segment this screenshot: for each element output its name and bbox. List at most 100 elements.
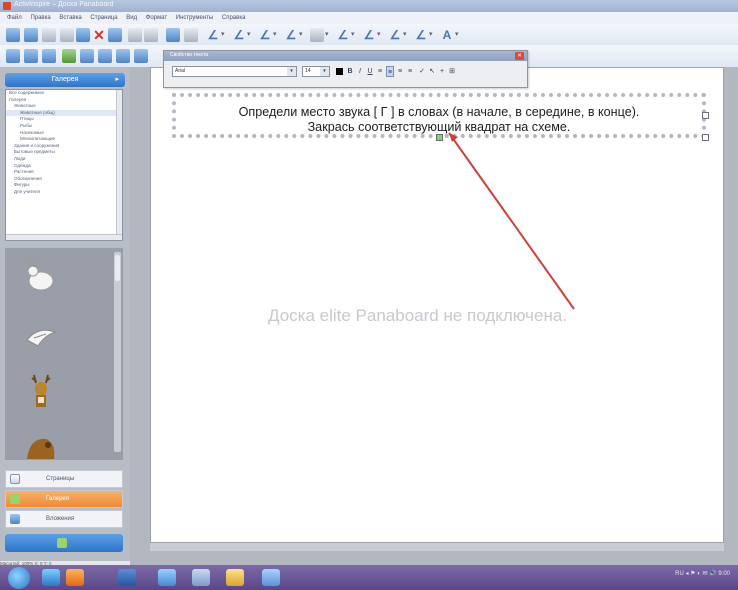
highlighter-tool-icon[interactable]: ∠ [232, 28, 246, 42]
tree-horizontal-scrollbar[interactable] [6, 234, 122, 240]
chevron-right-icon[interactable]: ▸ [115, 73, 119, 87]
shape-icon[interactable] [184, 28, 198, 42]
paint-icon[interactable] [262, 569, 280, 586]
tree-node[interactable]: Насекомые [6, 130, 122, 137]
chevron-down-icon[interactable]: ▾ [351, 28, 357, 42]
resize-handle[interactable] [702, 112, 709, 119]
menu-format[interactable]: Формат [146, 12, 167, 24]
table-button[interactable]: ⊞ [448, 66, 456, 77]
rabbit-thumbnail[interactable] [21, 256, 61, 296]
chevron-down-icon[interactable]: ▾ [320, 67, 329, 76]
chevron-down-icon[interactable]: ▾ [287, 67, 296, 76]
pen-tool-icon[interactable]: ∠ [206, 28, 220, 42]
canvas-horizontal-scrollbar[interactable] [150, 543, 724, 551]
chevron-down-icon[interactable]: ▾ [429, 28, 435, 42]
media-player-icon[interactable] [66, 569, 84, 586]
tree-node[interactable]: Млекопитающие [6, 136, 122, 143]
align-center-button[interactable]: ≡ [386, 66, 394, 77]
tree-node[interactable]: Животные (общ) [6, 109, 122, 117]
nav-pages[interactable]: Страницы [5, 470, 123, 488]
menu-page[interactable]: Страница [90, 12, 117, 24]
delete-icon[interactable]: ✕ [92, 28, 106, 42]
page-sorter-icon[interactable] [42, 49, 56, 63]
align-right-button[interactable]: ≡ [396, 66, 404, 77]
cut-icon[interactable] [60, 28, 74, 42]
pointer-button[interactable]: ↖ [428, 66, 436, 77]
chevron-down-icon[interactable]: ▾ [455, 28, 461, 42]
page-prev-icon[interactable] [6, 49, 20, 63]
folder-icon[interactable] [226, 569, 244, 586]
menu-view[interactable]: Вид [126, 12, 137, 24]
chevron-down-icon[interactable]: ▾ [325, 28, 331, 42]
save-icon[interactable] [42, 28, 56, 42]
resize-handle[interactable] [702, 134, 709, 141]
marker-tool-icon[interactable]: ∠ [258, 28, 272, 42]
select-icon[interactable] [166, 28, 180, 42]
tree-node[interactable]: Птицы [6, 116, 122, 123]
fill-tool-icon[interactable]: ∠ [362, 28, 376, 42]
tree-node[interactable]: Галерея [6, 97, 122, 104]
align-left-button[interactable]: ≡ [376, 66, 384, 77]
tree-node[interactable]: Обозначения [6, 176, 122, 183]
tree-vertical-scrollbar[interactable] [116, 90, 122, 240]
eraser-tool-icon[interactable] [310, 28, 324, 42]
chevron-down-icon[interactable]: ▾ [247, 28, 253, 42]
tree-node[interactable]: Бытовые предметы [6, 149, 122, 156]
tree-node[interactable]: Растения [6, 169, 122, 176]
camera-icon[interactable] [98, 49, 112, 63]
chevron-down-icon[interactable]: ▾ [377, 28, 383, 42]
page-next-icon[interactable] [24, 49, 38, 63]
activinspire-icon[interactable] [158, 569, 176, 586]
add-button[interactable]: + [438, 66, 446, 77]
italic-button[interactable]: I [356, 66, 364, 77]
menu-help[interactable]: Справка [222, 12, 246, 24]
line-tool-icon[interactable]: ∠ [284, 28, 298, 42]
panel-bottom-button[interactable] [5, 534, 123, 552]
underline-button[interactable]: U [366, 66, 374, 77]
scrollbar-thumb[interactable] [115, 255, 120, 281]
tree-node[interactable]: Фигуры [6, 182, 122, 189]
new-page-icon[interactable] [6, 28, 20, 42]
tree-node[interactable]: Одежда [6, 163, 122, 170]
chevron-down-icon[interactable]: ▾ [221, 28, 227, 42]
tree-node[interactable]: Все содержимое [6, 90, 122, 97]
format-toolbar-header[interactable]: Свойства текста [164, 51, 527, 61]
font-select[interactable]: Arial ▾ [172, 66, 297, 77]
menu-edit[interactable]: Правка [30, 12, 50, 24]
menu-tools[interactable]: Инструменты [176, 12, 213, 24]
mail-icon[interactable] [118, 569, 136, 586]
tree-node[interactable]: Здания и сооружения [6, 143, 122, 150]
nav-attachments[interactable]: Вложения [5, 510, 123, 528]
instruction-textbox[interactable]: Определи место звука [ Г ] в словах (в н… [172, 93, 706, 138]
gallery-icon[interactable] [62, 49, 76, 63]
start-button[interactable] [8, 567, 30, 589]
redo-icon[interactable] [144, 28, 158, 42]
deer-thumbnail[interactable] [21, 372, 61, 412]
paste-icon[interactable] [108, 28, 122, 42]
text-color-swatch[interactable] [336, 68, 343, 75]
tree-node[interactable]: Для учителя [6, 189, 122, 196]
menu-file[interactable]: Файл [7, 12, 22, 24]
chevron-down-icon[interactable]: ▾ [403, 28, 409, 42]
chevron-down-icon[interactable]: ▾ [299, 28, 305, 42]
font-size-select[interactable]: 14 ▾ [302, 66, 330, 77]
undo-icon[interactable] [128, 28, 142, 42]
brush-tool-icon[interactable]: ∠ [336, 28, 350, 42]
gallery-scrollbar[interactable] [114, 252, 121, 452]
spotlight-tool-icon[interactable]: ∠ [414, 28, 428, 42]
window-icon[interactable] [192, 569, 210, 586]
tree-node[interactable]: Рыбы [6, 123, 122, 130]
full-screen-icon[interactable] [134, 49, 148, 63]
animal-thumbnail[interactable] [21, 426, 61, 460]
keyboard-icon[interactable] [116, 49, 130, 63]
bird-thumbnail[interactable] [21, 316, 61, 356]
nav-gallery[interactable]: Галерея [5, 490, 123, 508]
copy-icon[interactable] [76, 28, 90, 42]
system-tray[interactable]: RU ◂ ⚑ ◐ ✉ 🔊 9:00 [675, 570, 730, 577]
menu-insert[interactable]: Вставка [59, 12, 81, 24]
text-tool-icon[interactable]: A [440, 28, 454, 42]
tree-node[interactable]: Люди [6, 156, 122, 163]
bold-button[interactable]: B [346, 66, 354, 77]
chevron-down-icon[interactable]: ▾ [273, 28, 279, 42]
close-icon[interactable]: ✕ [515, 52, 524, 60]
